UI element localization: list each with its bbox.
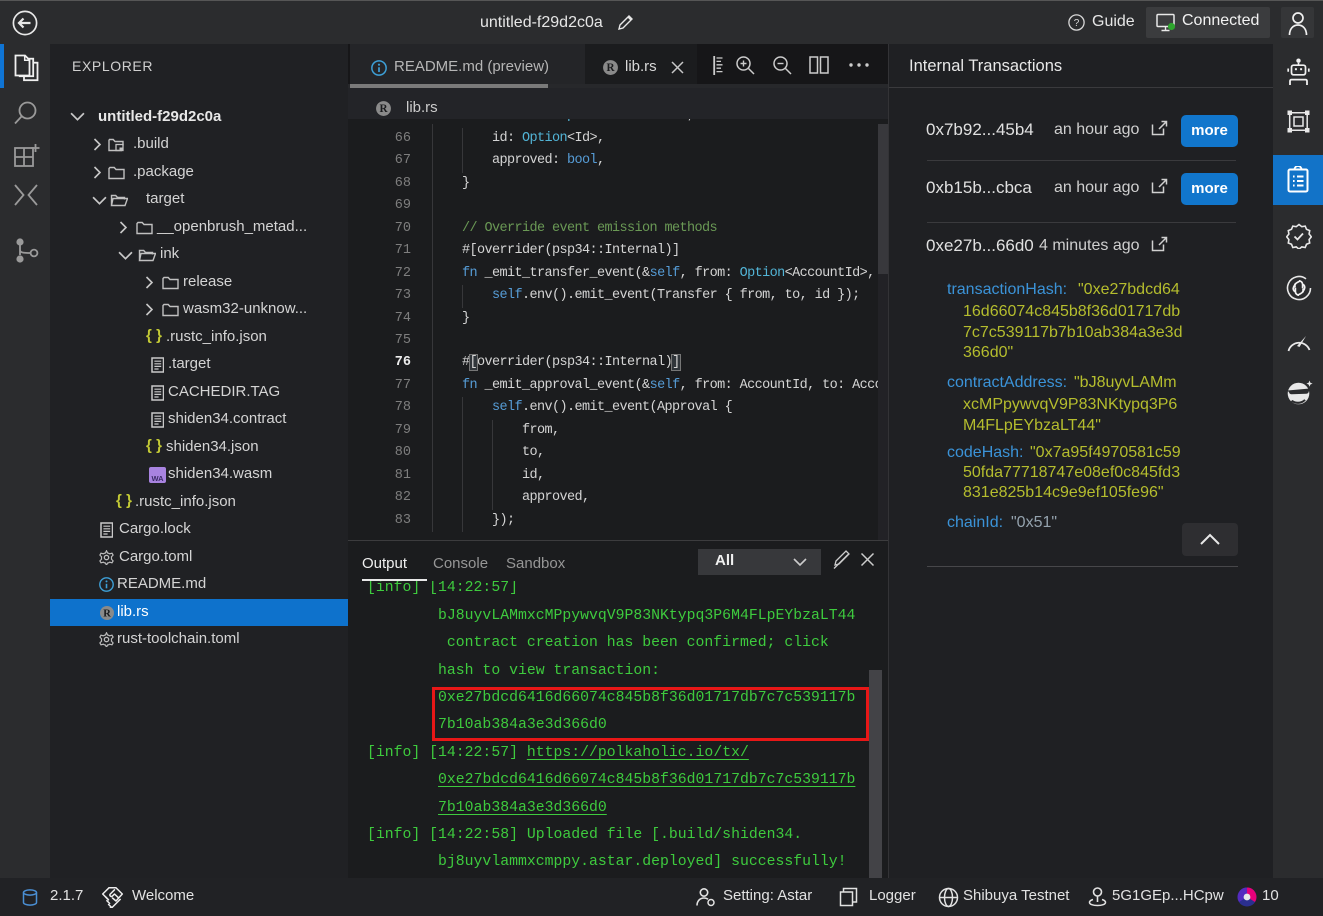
svg-text:?: ? — [1074, 18, 1080, 29]
